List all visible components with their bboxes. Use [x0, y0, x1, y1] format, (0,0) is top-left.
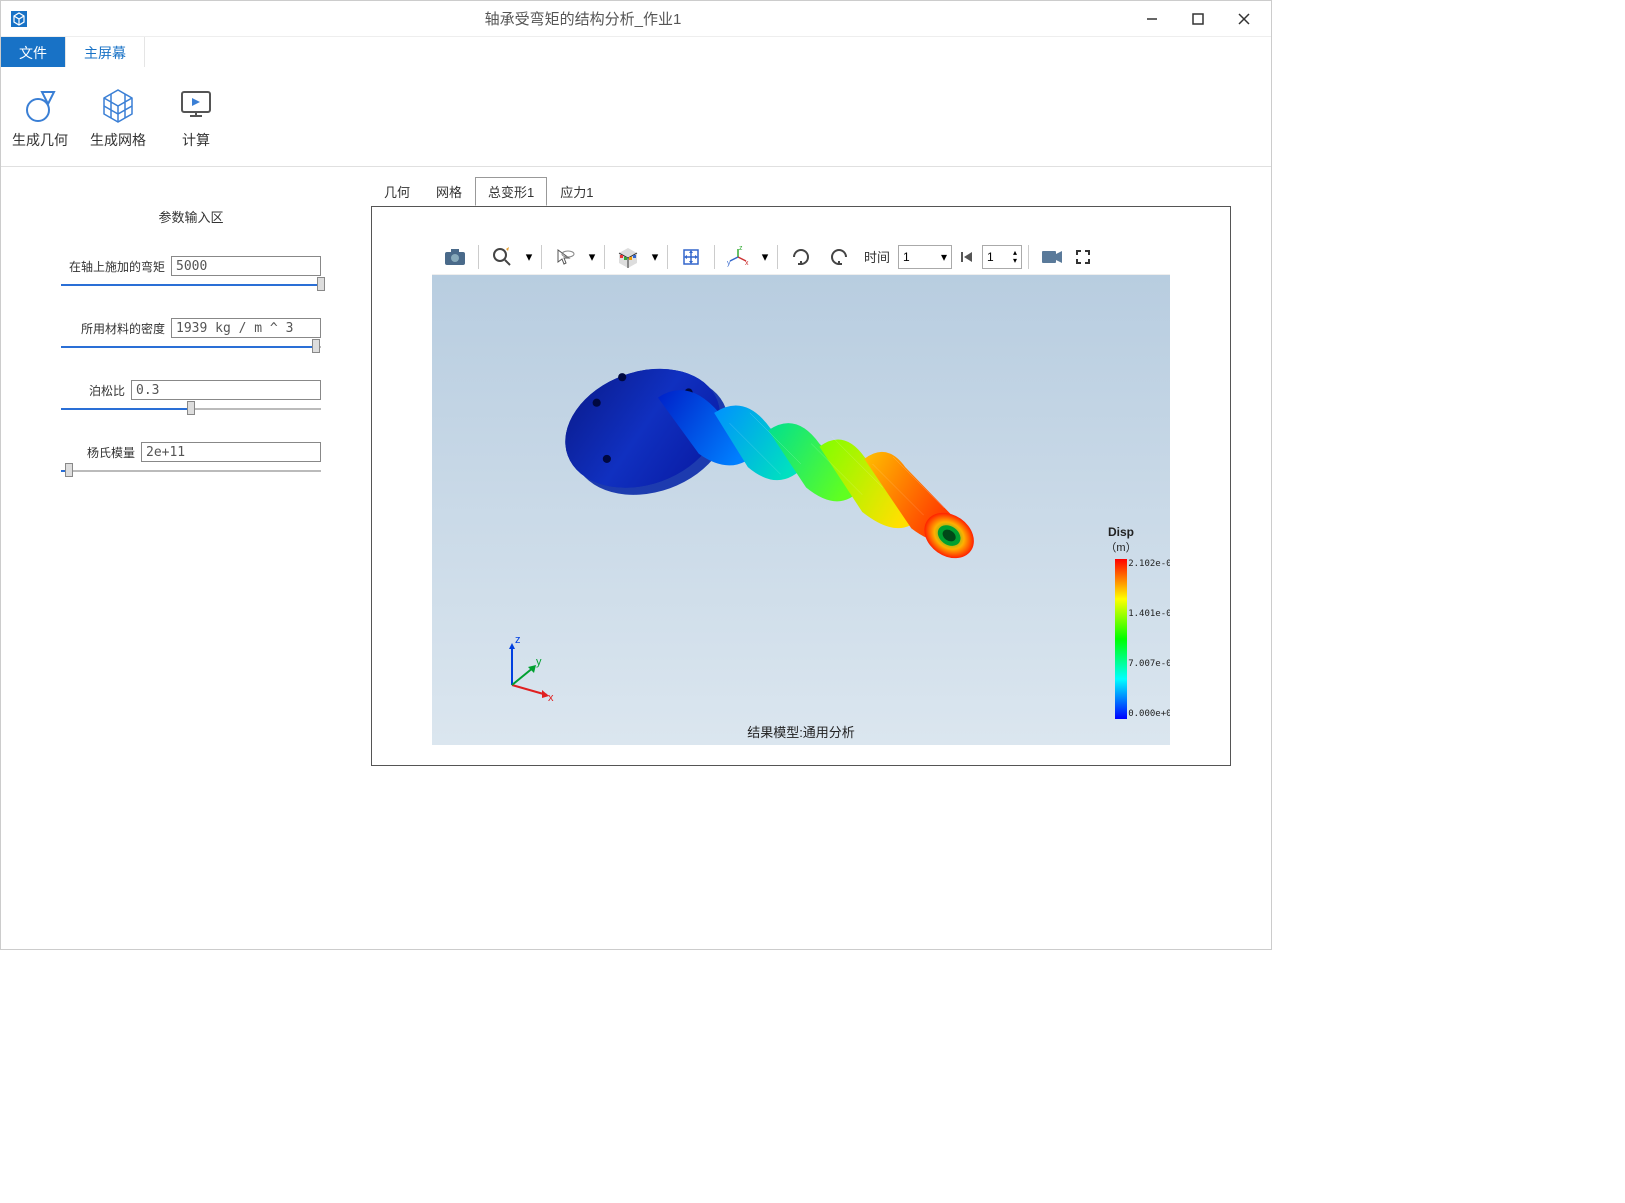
youngs-input[interactable] — [141, 442, 321, 462]
svg-text:x: x — [745, 260, 749, 267]
tab-mesh[interactable]: 网格 — [423, 177, 475, 206]
camera-icon[interactable] — [1035, 242, 1069, 272]
menu-main[interactable]: 主屏幕 — [66, 37, 145, 67]
3d-canvas[interactable]: z x y Disp （m） 2.102e-04 1.401e-04 7.007… — [432, 275, 1170, 745]
moment-slider[interactable] — [61, 280, 321, 290]
geometry-icon — [20, 84, 60, 124]
select-dropdown[interactable]: ▾ — [586, 249, 598, 265]
parameter-panel-title: 参数输入区 — [61, 207, 321, 226]
time-label: 时间 — [864, 247, 890, 266]
rubiks-icon[interactable] — [611, 242, 645, 272]
app-icon — [9, 9, 29, 29]
legend-tick-3: 0.000e+00 — [1128, 709, 1170, 719]
generate-geometry-label: 生成几何 — [12, 130, 68, 150]
density-label: 所用材料的密度 — [81, 320, 165, 337]
legend-tick-2: 7.007e-05 — [1128, 659, 1170, 669]
moment-input[interactable] — [171, 256, 321, 276]
render-dropdown[interactable]: ▾ — [649, 249, 661, 265]
minimize-button[interactable] — [1129, 1, 1175, 37]
tab-deformation[interactable]: 总变形1 — [475, 177, 547, 206]
generate-mesh-label: 生成网格 — [90, 130, 146, 150]
mesh-icon — [98, 84, 138, 124]
legend-title: Disp — [1086, 525, 1156, 539]
compute-label: 计算 — [182, 130, 210, 150]
svg-text:z: z — [515, 634, 521, 646]
rotate-ccw-icon[interactable] — [822, 242, 856, 272]
zoom-dropdown[interactable]: ▾ — [523, 249, 535, 265]
generate-geometry-button[interactable]: 生成几何 — [1, 71, 79, 162]
svg-text:x: x — [548, 692, 554, 704]
pan-icon[interactable] — [674, 242, 708, 272]
generate-mesh-button[interactable]: 生成网格 — [79, 71, 157, 162]
poisson-input[interactable] — [131, 380, 321, 400]
density-slider[interactable] — [61, 342, 321, 352]
window-title: 轴承受弯矩的结构分析_作业1 — [37, 8, 1129, 29]
youngs-label: 杨氏模量 — [87, 444, 135, 461]
step-spinner[interactable]: 1▴▾ — [982, 245, 1022, 269]
last-frame-icon[interactable] — [956, 242, 978, 272]
menu-file[interactable]: 文件 — [1, 37, 66, 67]
time-select[interactable]: 1▾ — [898, 245, 952, 269]
viewport[interactable]: ▾ ▾ ▾ z x y ▾ 时间 1▾ 1▴▾ — [371, 206, 1231, 766]
tab-geometry[interactable]: 几何 — [371, 177, 423, 206]
compute-icon — [176, 84, 216, 124]
axis-triad: z x y — [492, 625, 572, 705]
svg-text:y: y — [727, 260, 731, 267]
zoom-icon[interactable] — [485, 242, 519, 272]
viewer-toolbar: ▾ ▾ ▾ z x y ▾ 时间 1▾ 1▴▾ — [432, 239, 1170, 275]
maximize-button[interactable] — [1175, 1, 1221, 37]
legend-unit: （m） — [1086, 539, 1156, 555]
model-caption: 结果模型:通用分析 — [432, 722, 1170, 741]
screenshot-icon[interactable] — [438, 242, 472, 272]
color-legend: Disp （m） 2.102e-04 1.401e-04 7.007e-05 0… — [1086, 525, 1156, 719]
expand-icon[interactable] — [1073, 242, 1093, 272]
tab-stress[interactable]: 应力1 — [547, 177, 606, 206]
parameter-panel: 参数输入区 在轴上施加的弯矩 所用材料的密度 — [1, 167, 371, 949]
poisson-label: 泊松比 — [89, 382, 125, 399]
poisson-slider[interactable] — [61, 404, 321, 414]
legend-tick-0: 2.102e-04 — [1128, 559, 1170, 569]
axis-icon[interactable]: z x y — [721, 242, 755, 272]
axis-dropdown[interactable]: ▾ — [759, 249, 771, 265]
svg-text:y: y — [536, 656, 542, 668]
moment-label: 在轴上施加的弯矩 — [69, 258, 165, 275]
compute-button[interactable]: 计算 — [157, 71, 235, 162]
rotate-cw-icon[interactable] — [784, 242, 818, 272]
svg-text:z: z — [739, 246, 743, 252]
legend-tick-1: 1.401e-04 — [1128, 609, 1170, 619]
close-button[interactable] — [1221, 1, 1267, 37]
select-icon[interactable] — [548, 242, 582, 272]
density-input[interactable] — [171, 318, 321, 338]
youngs-slider[interactable] — [61, 466, 321, 476]
